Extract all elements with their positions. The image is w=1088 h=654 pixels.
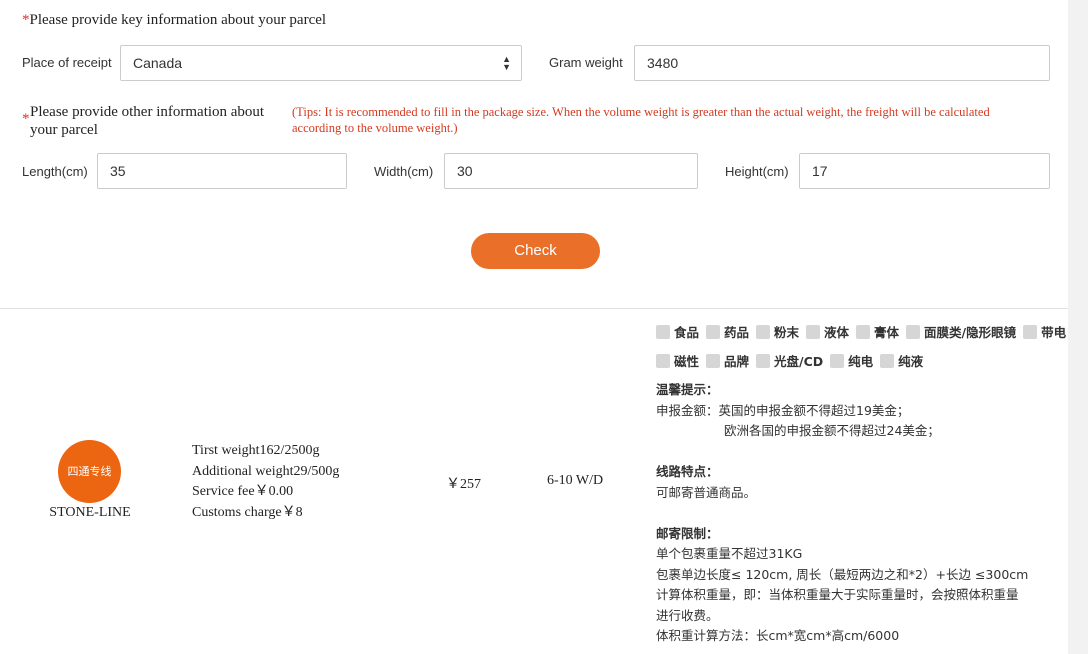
- declare-line-2: 欧洲各国的申报金额不得超过24美金；: [724, 423, 940, 438]
- category-row-2: 磁性 品牌 光盘/CD 纯电 纯液: [656, 351, 926, 371]
- category-label: 带电: [1041, 325, 1067, 340]
- category-label: 粉末: [774, 325, 800, 340]
- parcel-form: *Please provide key information about yo…: [0, 0, 1068, 278]
- gram-label: Gram weight: [549, 55, 623, 70]
- checkbox-icon[interactable]: [880, 353, 895, 368]
- category-item[interactable]: 膏体: [856, 322, 899, 341]
- carrier-logo: 四通专线: [58, 440, 121, 503]
- width-label: Width(cm): [374, 164, 434, 179]
- category-item[interactable]: 液体: [806, 322, 849, 341]
- check-button[interactable]: Check: [471, 233, 600, 269]
- checkbox-icon[interactable]: [830, 353, 845, 368]
- delivery-time: 6-10 W/D: [547, 473, 604, 488]
- service-fee: Service fee￥0.00: [192, 484, 294, 499]
- additional-weight-fee: Additional weight29/500g: [192, 463, 340, 479]
- declare-line-1: 申报金额：英国的申报金额不得超过19美金；: [656, 403, 910, 418]
- gram-input-value: 3480: [647, 55, 679, 71]
- category-label: 磁性: [674, 354, 700, 369]
- carrier-name: STONE-LINE: [49, 505, 131, 520]
- gram-input[interactable]: 3480: [634, 45, 1050, 81]
- category-row-1: 食品 药品 粉末 液体 膏体 面膜类/隐形眼镜 带电: [656, 322, 1069, 342]
- checkbox-icon[interactable]: [706, 324, 720, 339]
- category-label: 光盘/CD: [774, 354, 824, 369]
- section2-title: * Please provide other information about…: [22, 103, 282, 139]
- limit-line-2: 包裹单边长度≤ 120cm, 周长（最短两边之和*2）+长边 ≤300cm: [656, 567, 1029, 582]
- category-item[interactable]: 品牌: [706, 351, 749, 370]
- checkbox-icon[interactable]: [906, 324, 920, 339]
- width-input-value: 30: [457, 163, 473, 179]
- height-input-value: 17: [812, 163, 828, 179]
- total-price: ￥257: [446, 477, 481, 492]
- place-label: Place of receipt: [22, 55, 112, 70]
- width-input[interactable]: 30: [444, 153, 698, 189]
- category-label: 品牌: [724, 354, 750, 369]
- first-weight-fee: Tirst weight162/2500g: [192, 443, 320, 458]
- category-label: 纯液: [898, 354, 924, 369]
- limit-title: 邮寄限制：: [656, 526, 719, 541]
- page-side-band: [1068, 0, 1088, 654]
- place-select-value: Canada: [133, 55, 183, 71]
- customs-charge: Customs charge￥8: [192, 504, 303, 520]
- category-label: 膏体: [874, 325, 900, 340]
- category-item[interactable]: 带电: [1023, 322, 1066, 341]
- checkbox-icon[interactable]: [656, 353, 670, 368]
- category-item[interactable]: 食品: [656, 322, 699, 341]
- limit-line-3: 计算体积重量，即：当体积重量大于实际重量时，会按照体积重量: [656, 587, 1019, 602]
- checkbox-icon[interactable]: [856, 324, 870, 339]
- section1-title-text: Please provide key information about you…: [29, 12, 327, 28]
- checkbox-icon[interactable]: [756, 324, 770, 339]
- category-item[interactable]: 磁性: [656, 351, 699, 370]
- required-mark: *: [22, 12, 30, 28]
- category-label: 药品: [724, 325, 750, 340]
- category-label: 食品: [674, 325, 700, 340]
- length-input-value: 35: [110, 163, 126, 179]
- limit-line-5: 体积重计算方法：长cm*宽cm*高cm/6000: [656, 628, 900, 643]
- category-label: 液体: [824, 325, 850, 340]
- section-divider: [0, 308, 1068, 309]
- checkbox-icon[interactable]: [806, 324, 820, 339]
- length-label: Length(cm): [22, 164, 88, 179]
- route-text: 可邮寄普通商品。: [656, 485, 757, 500]
- fee-list: Tirst weight162/2500g Additional weight2…: [192, 441, 339, 523]
- place-select[interactable]: Canada ▲ ▼: [120, 45, 522, 81]
- checkbox-icon[interactable]: [1023, 324, 1038, 339]
- limit-line-4: 进行收费。: [656, 608, 719, 623]
- limit-line-1: 单个包裹重量不超过31KG: [656, 546, 803, 561]
- category-item[interactable]: 面膜类/隐形眼镜: [906, 322, 1016, 341]
- route-title: 线路特点：: [656, 464, 719, 479]
- category-item[interactable]: 药品: [706, 322, 749, 341]
- category-item[interactable]: 纯电: [830, 351, 873, 370]
- category-label: 面膜类/隐形眼镜: [924, 325, 1017, 340]
- checkbox-icon[interactable]: [756, 353, 770, 368]
- category-label: 纯电: [848, 354, 874, 369]
- volume-tips: (Tips: It is recommended to fill in the …: [292, 105, 990, 135]
- section2-title-text: Please provide other information about y…: [30, 104, 265, 138]
- height-label: Height(cm): [725, 164, 789, 179]
- category-item[interactable]: 光盘/CD: [756, 351, 823, 370]
- checkbox-icon[interactable]: [706, 353, 720, 368]
- length-input[interactable]: 35: [97, 153, 347, 189]
- required-mark-2: *: [22, 111, 30, 127]
- checkbox-icon[interactable]: [656, 324, 670, 339]
- category-item[interactable]: 纯液: [880, 351, 923, 370]
- height-input[interactable]: 17: [799, 153, 1050, 189]
- tip-title: 温馨提示：: [656, 382, 719, 397]
- section1-title: *Please provide key information about yo…: [22, 12, 326, 29]
- category-item[interactable]: 粉末: [756, 322, 799, 341]
- select-arrows-icon: ▲ ▼: [502, 54, 511, 72]
